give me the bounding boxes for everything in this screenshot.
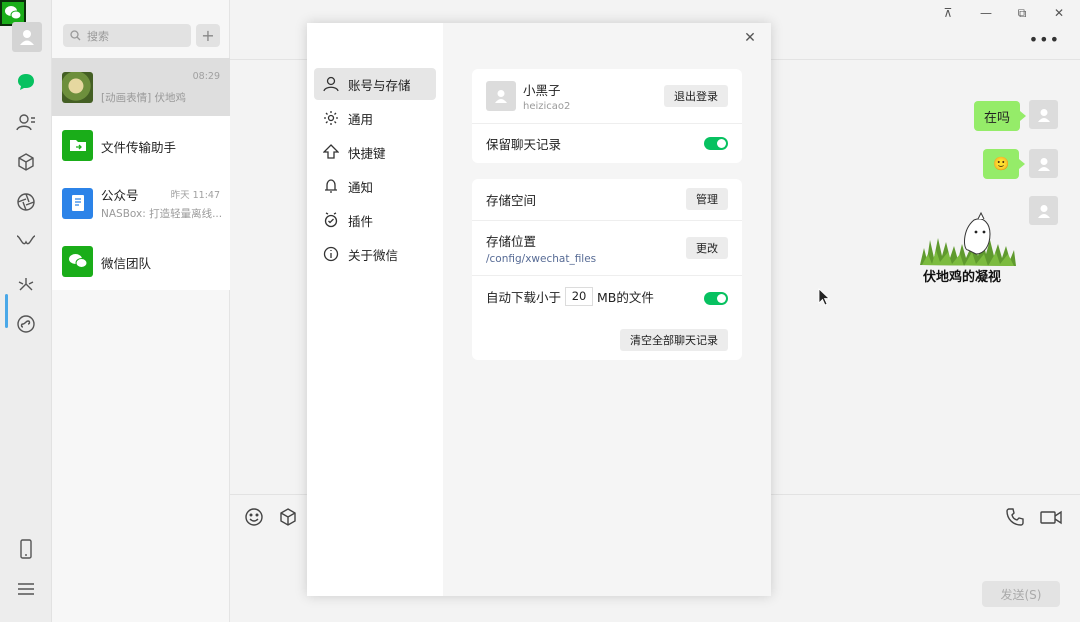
menu-icon[interactable]: [15, 578, 37, 600]
avatar[interactable]: [1029, 196, 1058, 225]
plugin-icon: [322, 211, 340, 229]
chat-name: 公众号: [101, 188, 139, 203]
auto-download-size-input[interactable]: 20: [565, 286, 594, 306]
nav-label: 通知: [348, 179, 374, 195]
account-card: 小黑子 heizicao2 退出登录 保留聊天记录: [472, 69, 742, 163]
chat-time: 08:29: [192, 71, 220, 82]
official-account-icon: [62, 187, 93, 219]
avatar[interactable]: [12, 22, 42, 52]
maximize-button[interactable]: ⧉: [1014, 6, 1030, 21]
avatar: [486, 81, 516, 111]
search-icon[interactable]: [15, 273, 37, 295]
user-icon: [322, 75, 340, 93]
chat-list: 搜索 + [动画表情] 伏地鸡 08:29 文件传输助手 公众号 NASBox:…: [52, 0, 230, 622]
emoji-message: 🙂: [993, 156, 1010, 172]
chat-preview: [动画表情] 伏地鸡: [101, 92, 187, 104]
storage-location-label: 存储位置: [486, 233, 537, 249]
video-call-icon[interactable]: [1040, 507, 1062, 527]
chat-list-item[interactable]: [动画表情] 伏地鸡 08:29: [52, 58, 230, 116]
favorites-icon[interactable]: [278, 507, 298, 527]
moments-icon[interactable]: [15, 191, 37, 213]
nav-account-storage[interactable]: 账号与存储: [314, 68, 436, 100]
chat-icon[interactable]: [15, 71, 37, 93]
favorites-icon[interactable]: [15, 151, 37, 173]
clear-history-button[interactable]: 清空全部聊天记录: [620, 329, 728, 351]
nav-general[interactable]: 通用: [314, 102, 436, 134]
active-indicator: [5, 294, 8, 328]
keep-history-row: 保留聊天记录: [486, 123, 728, 163]
search-input[interactable]: 搜索: [63, 24, 191, 47]
avatar[interactable]: [1029, 149, 1058, 178]
more-options-button[interactable]: •••: [1029, 30, 1060, 49]
info-icon: [322, 245, 340, 263]
chat-time: 昨天 11:47: [170, 190, 220, 201]
arrow-up-icon: [322, 143, 340, 161]
search-placeholder: 搜索: [87, 29, 109, 43]
chat-name: 文件传输助手: [101, 140, 177, 155]
emoji-icon[interactable]: [244, 507, 264, 527]
message-bubble[interactable]: 🙂: [983, 149, 1026, 179]
change-location-button[interactable]: 更改: [686, 237, 728, 259]
nav-label: 关于微信: [348, 247, 399, 263]
close-button[interactable]: ✕: [1051, 6, 1067, 20]
message-text: 在吗: [984, 110, 1011, 126]
channels-icon[interactable]: [15, 231, 37, 253]
chat-list-item[interactable]: 文件传输助手: [52, 116, 230, 174]
search-icon: [70, 30, 81, 41]
voice-call-icon[interactable]: [1005, 507, 1025, 527]
chat-name: 微信团队: [101, 256, 152, 271]
settings-nav: 账号与存储 通用 快捷键 通知 插件 关于微信: [307, 23, 443, 596]
send-button[interactable]: 发送(S): [982, 581, 1060, 607]
nav-label: 账号与存储: [348, 77, 411, 93]
chat-list-item[interactable]: 公众号 NASBox: 打造轻量离线... 昨天 11:47: [52, 174, 230, 232]
gear-icon: [322, 109, 340, 127]
account-nickname: 小黑子: [523, 83, 561, 98]
dialog-close-button[interactable]: ✕: [743, 30, 757, 46]
auto-download-prefix: 自动下载小于: [486, 289, 562, 305]
phone-icon[interactable]: [15, 538, 37, 560]
file-transfer-icon: [62, 129, 93, 161]
nav-shortcuts[interactable]: 快捷键: [314, 136, 436, 168]
icon-rail: [0, 0, 52, 622]
nav-plugins[interactable]: 插件: [314, 204, 436, 236]
auto-download-toggle[interactable]: [704, 292, 728, 305]
storage-space-label: 存储空间: [486, 193, 537, 208]
sticker-thumbnail: [62, 71, 93, 103]
wechat-team-icon: [62, 245, 93, 277]
logout-button[interactable]: 退出登录: [664, 85, 728, 107]
nav-about[interactable]: 关于微信: [314, 238, 436, 270]
sticker-caption: 伏地鸡的凝视: [923, 270, 1002, 285]
keep-history-label: 保留聊天记录: [486, 136, 562, 152]
account-id: heizicao2: [523, 101, 571, 112]
minimize-button[interactable]: —: [978, 6, 994, 20]
miniprogram-icon[interactable]: [15, 313, 37, 335]
storage-card: 存储空间 管理 存储位置 /config/xwechat_files 更改 自动…: [472, 179, 742, 360]
bell-icon: [322, 177, 340, 195]
settings-dialog: 账号与存储 通用 快捷键 通知 插件 关于微信 ✕ 小黑子 heizicao2 …: [307, 23, 771, 596]
mouse-cursor-icon: [818, 288, 830, 306]
keep-history-toggle[interactable]: [704, 137, 728, 150]
message-bubble[interactable]: 在吗: [974, 101, 1027, 131]
add-button[interactable]: +: [196, 24, 220, 47]
chat-preview: NASBox: 打造轻量离线...: [101, 208, 221, 220]
contacts-icon[interactable]: [15, 111, 37, 133]
nav-label: 通用: [348, 111, 374, 127]
storage-location-path[interactable]: /config/xwechat_files: [486, 253, 596, 265]
auto-download-row: 自动下载小于 20 MB的文件: [486, 275, 728, 317]
avatar[interactable]: [1029, 100, 1058, 129]
nav-label: 快捷键: [348, 145, 386, 161]
manage-button[interactable]: 管理: [686, 188, 728, 210]
nav-label: 插件: [348, 213, 374, 229]
pin-icon[interactable]: ⊼: [940, 6, 956, 20]
chat-list-item[interactable]: 微信团队: [52, 232, 230, 290]
auto-download-suffix: MB的文件: [597, 289, 654, 305]
nav-notifications[interactable]: 通知: [314, 170, 436, 202]
